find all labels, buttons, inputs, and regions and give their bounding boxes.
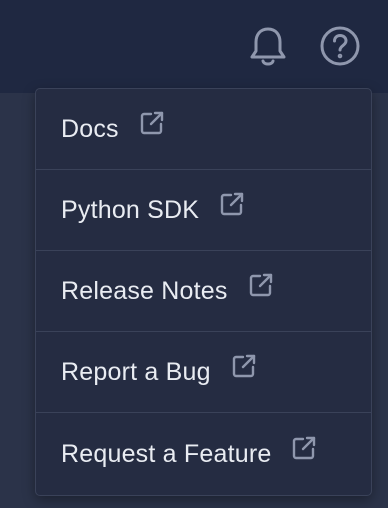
menu-item-report-a-bug[interactable]: Report a Bug <box>36 332 371 413</box>
menu-item-label: Docs <box>61 114 119 143</box>
external-link-icon <box>231 353 257 379</box>
menu-item-label: Release Notes <box>61 276 228 305</box>
help-circle-icon <box>320 26 360 66</box>
menu-item-request-a-feature[interactable]: Request a Feature <box>36 413 371 495</box>
menu-item-label: Report a Bug <box>61 357 211 386</box>
external-link-icon <box>248 272 274 298</box>
menu-item-release-notes[interactable]: Release Notes <box>36 251 371 332</box>
notifications-button[interactable] <box>246 24 290 68</box>
menu-item-label: Request a Feature <box>61 439 272 468</box>
external-link-icon <box>219 191 245 217</box>
menu-item-label: Python SDK <box>61 195 200 224</box>
top-bar <box>0 0 388 93</box>
menu-item-python-sdk[interactable]: Python SDK <box>36 170 371 251</box>
help-dropdown-menu: Docs Python SDK Release Notes Report a B… <box>35 88 372 496</box>
menu-item-docs[interactable]: Docs <box>36 89 371 170</box>
external-link-icon <box>139 110 165 136</box>
bell-icon <box>250 27 286 66</box>
help-button[interactable] <box>318 24 362 68</box>
external-link-icon <box>291 435 317 461</box>
